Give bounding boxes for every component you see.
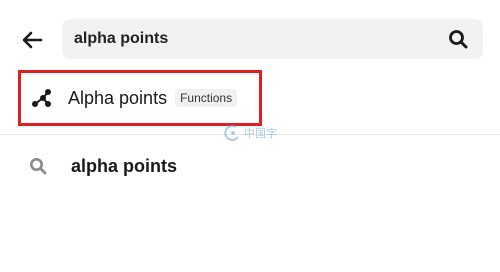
arrow-left-icon [22, 31, 43, 49]
watermark-logo: 中国字 [224, 124, 277, 142]
scatter-points-icon [30, 86, 54, 110]
suggestion-title: Alpha points [68, 87, 168, 108]
search-icon [449, 30, 468, 49]
search-input[interactable] [74, 28, 434, 50]
back-button[interactable] [16, 24, 48, 56]
search-button[interactable] [447, 28, 469, 50]
search-query-item[interactable]: alpha points [0, 144, 500, 188]
watermark-icon [224, 124, 239, 141]
search-icon [28, 156, 48, 176]
suggestion-item-alpha-points[interactable]: Alpha points Functions [22, 74, 258, 122]
search-bar [62, 19, 483, 59]
suggestion-category-badge: Functions [175, 89, 238, 107]
search-query-text: alpha points [71, 155, 178, 176]
search-page: Alpha points Functions 中国字 alpha points [0, 0, 500, 272]
